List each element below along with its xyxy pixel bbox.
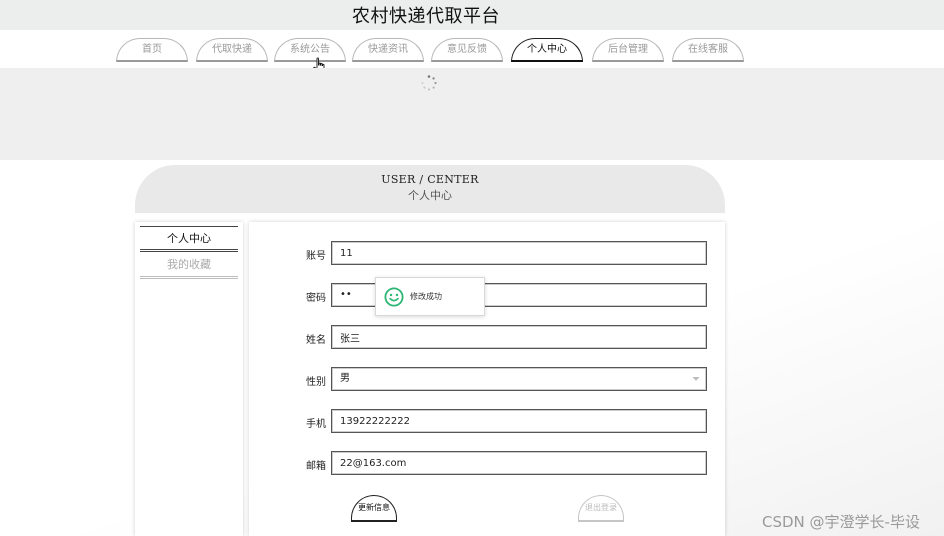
password-label: 密码 xyxy=(306,293,326,304)
smile-icon xyxy=(384,287,404,307)
nav-tab-feedback[interactable]: 意见反馈 xyxy=(431,38,503,62)
name-label: 姓名 xyxy=(306,335,326,346)
user-center-title-en: USER / CENTER xyxy=(381,173,479,186)
watermark: CSDN @宇澄学长-毕设 xyxy=(762,513,920,531)
success-toast: 修改成功 xyxy=(375,277,485,316)
nav-tab-home[interactable]: 首页 xyxy=(116,38,188,62)
nav-tab-news[interactable]: 快递资讯 xyxy=(352,38,424,62)
nav-tab-user-center[interactable]: 个人中心 xyxy=(511,38,583,62)
title-bar: 农村快递代取平台 xyxy=(0,0,944,30)
nav-tab-pickup[interactable]: 代取快递 xyxy=(196,38,268,62)
nav-tab-admin[interactable]: 后台管理 xyxy=(592,38,664,62)
phone-label: 手机 xyxy=(306,419,326,430)
gender-select[interactable]: 男 xyxy=(331,367,707,391)
gender-label: 性别 xyxy=(306,377,326,388)
phone-field[interactable] xyxy=(331,409,707,433)
name-field[interactable] xyxy=(331,325,707,349)
account-label: 账号 xyxy=(306,251,326,262)
loading-spinner-icon xyxy=(421,75,437,91)
profile-form: 账号 密码 •• 姓名 性别 男 手机 邮箱 xyxy=(249,222,725,536)
sidebar: 个人中心 我的收藏 xyxy=(135,222,243,536)
email-label: 邮箱 xyxy=(306,461,326,472)
toast-message: 修改成功 xyxy=(410,292,442,301)
email-field[interactable] xyxy=(331,451,707,475)
banner-area xyxy=(0,68,944,160)
sidebar-item-favorites[interactable]: 我的收藏 xyxy=(140,255,238,279)
nav-tab-support[interactable]: 在线客服 xyxy=(672,38,744,62)
sidebar-item-user-center[interactable]: 个人中心 xyxy=(140,226,238,252)
chevron-down-icon xyxy=(692,377,700,381)
nav-tab-announcements[interactable]: 系统公告 xyxy=(274,38,346,62)
main-nav: 首页 代取快递 系统公告 快递资讯 意见反馈 个人中心 后台管理 在线客服 xyxy=(0,30,944,68)
gender-select-value: 男 xyxy=(340,373,350,384)
user-center-header: USER / CENTER 个人中心 xyxy=(135,165,725,213)
user-center-title-cn: 个人中心 xyxy=(408,189,452,202)
account-field[interactable] xyxy=(331,241,707,265)
site-title: 农村快递代取平台 xyxy=(352,6,500,27)
